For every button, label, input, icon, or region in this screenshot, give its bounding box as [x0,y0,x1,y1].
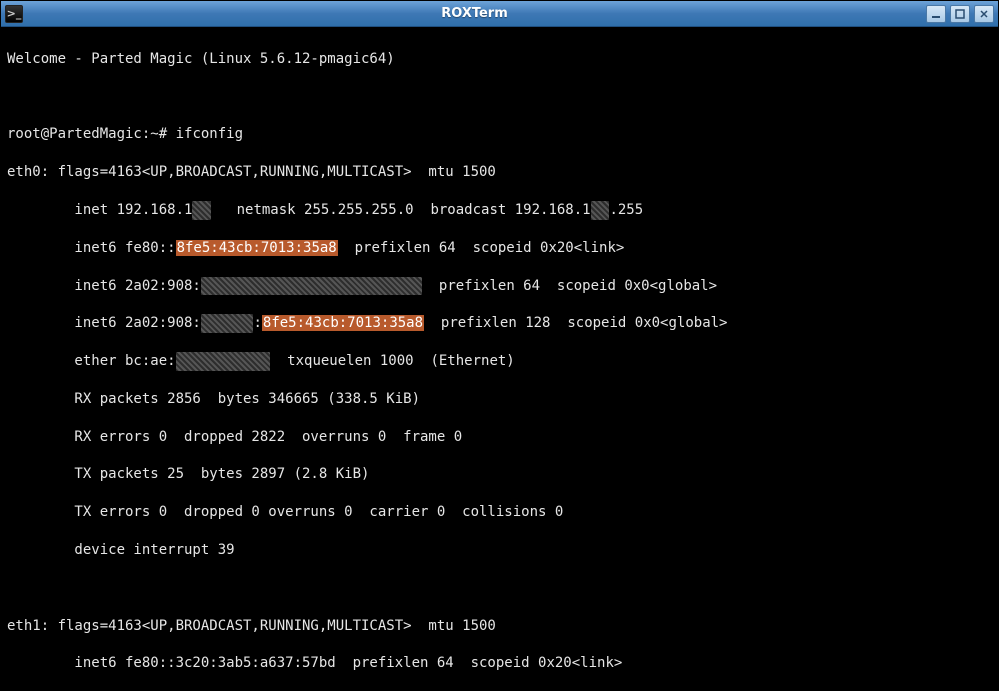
eth0-tx2: TX errors 0 dropped 0 overruns 0 carrier… [7,503,992,522]
blank [7,579,992,598]
window: >_ ROXTerm Welcome - Parted Magic (Linux… [0,0,999,691]
terminal[interactable]: Welcome - Parted Magic (Linux 5.6.12-pma… [1,27,998,690]
welcome-line: Welcome - Parted Magic (Linux 5.6.12-pma… [7,50,992,69]
eth1-inet6: inet6 fe80::3c20:3ab5:a637:57bd prefixle… [7,654,992,673]
minimize-button[interactable] [926,5,946,23]
eth0-inet6-c: inet6 2a02:908:xxxxxx:8fe5:43cb:7013:35a… [7,314,992,333]
eth0-dev: device interrupt 39 [7,541,992,560]
eth0-ether: ether bc:ae:xxxxxxxxxxx txqueuelen 1000 … [7,352,992,371]
eth0-rx2: RX errors 0 dropped 2822 overruns 0 fram… [7,428,992,447]
maximize-icon [955,9,965,19]
close-button[interactable] [974,5,994,23]
eth0-rx1: RX packets 2856 bytes 346665 (338.5 KiB) [7,390,992,409]
prompt-path: :~# [142,126,167,142]
maximize-button[interactable] [950,5,970,23]
eth0-inet: inet 192.168.1xx netmask 255.255.255.0 b… [7,201,992,220]
redacted-inet6: xxxxxxxxxxxxxxxxxxxxxxxxxx [201,277,422,296]
window-buttons [926,5,994,23]
prompt-user: root@PartedMagic [7,126,142,142]
eth0-inet6-a: inet6 fe80::8fe5:43cb:7013:35a8 prefixle… [7,239,992,258]
redacted-inet6: xxxxxx [201,314,254,333]
titlebar[interactable]: >_ ROXTerm [1,1,998,27]
app-icon: >_ [5,5,23,23]
eth0-header: eth0: flags=4163<UP,BROADCAST,RUNNING,MU… [7,163,992,182]
redacted-ip: xx [192,201,211,220]
command-text: ifconfig [176,126,243,142]
window-title: ROXTerm [23,6,926,21]
eth0-tx1: TX packets 25 bytes 2897 (2.8 KiB) [7,465,992,484]
close-icon [979,9,989,19]
highlight-address: 8fe5:43cb:7013:35a8 [262,315,424,331]
blank [7,88,992,107]
minimize-icon [931,9,941,19]
eth1-header: eth1: flags=4163<UP,BROADCAST,RUNNING,MU… [7,617,992,636]
redacted-ip: xx [591,201,610,220]
prompt-line-1: root@PartedMagic:~# ifconfig [7,125,992,144]
redacted-mac: xxxxxxxxxxx [176,352,271,371]
highlight-address: 8fe5:43cb:7013:35a8 [176,240,338,256]
eth0-inet6-b: inet6 2a02:908:xxxxxxxxxxxxxxxxxxxxxxxxx… [7,277,992,296]
